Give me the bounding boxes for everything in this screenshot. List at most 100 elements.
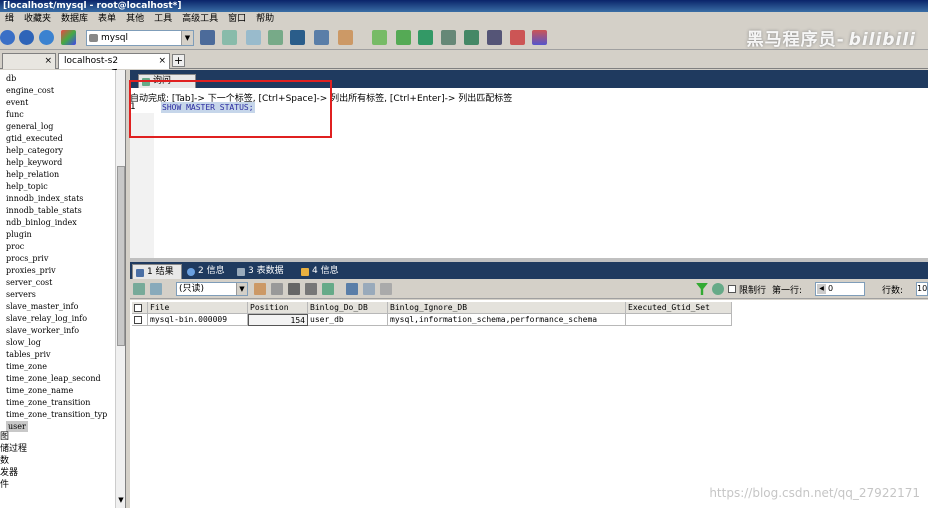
tree-table-item[interactable]: help_topic [6,181,48,192]
close-icon[interactable]: × [158,54,166,69]
save-icon[interactable] [288,283,300,295]
tree-table-item[interactable]: time_zone_transition_typ [6,409,107,420]
tree-category-item[interactable]: 图 [0,432,9,443]
tree-scrollbar[interactable]: ▼ [115,70,125,508]
tree-category-item[interactable]: 件 [0,480,9,491]
tree-table-item[interactable]: innodb_table_stats [6,205,82,216]
delete-icon[interactable] [305,283,317,295]
menu-item[interactable]: 窗口 [223,12,251,26]
grid-mode-icon[interactable] [150,283,162,295]
execute-icon[interactable] [222,30,237,45]
tree-table-item[interactable]: proc [6,241,24,252]
tree-table-item[interactable]: proxies_priv [6,265,56,276]
grid-icon[interactable] [314,30,329,45]
tree-table-item[interactable]: ndb_binlog_index [6,217,77,228]
grid-cell[interactable]: 154 [248,314,308,326]
tree-table-item[interactable]: gtid_executed [6,133,63,144]
prev-page-icon[interactable]: ◀ [817,284,826,294]
import-icon[interactable] [441,30,456,45]
add-tab-button[interactable]: + [172,54,185,67]
sql-statement[interactable]: SHOW MASTER STATUS; [161,102,255,113]
tree-table-item[interactable]: time_zone_name [6,385,73,396]
stop-icon[interactable] [268,30,283,45]
execute-all-icon[interactable] [246,30,261,45]
column-header[interactable]: Binlog_Ignore_DB [388,302,626,314]
tree-table-item[interactable]: help_category [6,145,63,156]
schema-icon[interactable] [338,30,353,45]
tree-table-item[interactable]: time_zone_transition [6,397,90,408]
tree-table-item[interactable]: slave_master_info [6,301,78,312]
grid-cell[interactable]: user_db [308,314,388,326]
tree-table-item[interactable]: servers [6,289,36,300]
tab-result[interactable]: 1 结果 [132,264,182,279]
back-icon[interactable] [19,30,34,45]
tree-table-item[interactable]: general_log [6,121,53,132]
menu-item[interactable]: 帮助 [251,12,279,26]
edit-icon[interactable] [254,283,266,295]
form-view-icon[interactable] [363,283,375,295]
refresh-icon[interactable] [39,30,54,45]
designer-icon[interactable] [532,30,547,45]
monitor-icon[interactable] [487,30,502,45]
rows-input[interactable]: 100 [916,282,928,296]
tree-table-item[interactable]: time_zone_leap_second [6,373,101,384]
readonly-select[interactable]: (只读) ▼ [176,282,248,296]
grid-cell[interactable]: mysql-bin.000009 [148,314,248,326]
tree-table-item[interactable]: func [6,109,24,120]
filter-icon[interactable] [696,283,708,295]
backup-icon[interactable] [372,30,387,45]
row-checkbox[interactable] [134,316,142,324]
column-header[interactable]: Position [248,302,308,314]
tree-table-item[interactable]: event [6,97,28,108]
tree-category-item[interactable]: 数 [0,456,9,467]
scroll-down-icon[interactable]: ▼ [116,496,125,506]
tree-table-item[interactable]: engine_cost [6,85,54,96]
column-header[interactable]: Binlog_Do_DB [308,302,388,314]
tree-table-item[interactable]: procs_priv [6,253,48,264]
tab-table-data[interactable]: 3 表数据 [234,264,292,279]
column-header[interactable]: File [148,302,248,314]
tree-table-item[interactable]: time_zone [6,361,47,372]
close-icon[interactable]: × [44,54,52,69]
scheduler-icon[interactable] [510,30,525,45]
first-row-input[interactable]: ◀ 0 [815,282,865,296]
user-icon[interactable] [200,30,215,45]
grid-cell[interactable] [626,314,732,326]
export-icon[interactable] [464,30,479,45]
tree-table-item[interactable]: innodb_index_stats [6,193,83,204]
tree-table-item[interactable]: help_keyword [6,157,62,168]
row-select-cell[interactable] [132,314,148,326]
tree-table-item[interactable]: server_cost [6,277,52,288]
tree-table-item[interactable]: slave_worker_info [6,325,79,336]
database-select[interactable]: mysql ▼ [86,30,194,46]
select-all-checkbox[interactable] [134,304,142,312]
menu-item[interactable]: 缉 [0,12,19,26]
restore-icon[interactable] [396,30,411,45]
query-editor[interactable]: 自动完成: [Tab]-> 下一个标签, [Ctrl+Space]-> 列出所有… [130,88,928,258]
connection-tab[interactable]: × [2,53,56,69]
tree-table-item-selected[interactable]: user [6,421,28,432]
tree-table-item[interactable]: slave_relay_log_info [6,313,87,324]
select-all-cell[interactable] [132,302,148,314]
tree-table-item[interactable]: help_relation [6,169,59,180]
menu-item[interactable]: 工具 [149,12,177,26]
table-icon[interactable] [290,30,305,45]
column-header[interactable]: Executed_Gtid_Set [626,302,732,314]
tab-query[interactable]: 询问 [138,74,196,88]
text-view-icon[interactable] [380,283,392,295]
reset-filter-icon[interactable] [712,283,724,295]
color-icon[interactable] [61,30,76,45]
scrollbar-thumb[interactable] [117,166,125,346]
refresh-icon[interactable] [322,283,334,295]
connect-icon[interactable] [0,30,15,45]
export-icon[interactable] [133,283,145,295]
tab-info-2[interactable]: 4 信息 [298,264,346,279]
grid-cell[interactable]: mysql,information_schema,performance_sch… [388,314,626,326]
limit-checkbox[interactable] [728,285,736,293]
tab-info[interactable]: 2 信息 [184,264,232,279]
insert-icon[interactable] [271,283,283,295]
tree-table-item[interactable]: slow_log [6,337,41,348]
menu-item[interactable]: 表单 [93,12,121,26]
menu-item[interactable]: 收藏夹 [19,12,56,26]
tree-table-item[interactable]: db [6,73,16,84]
